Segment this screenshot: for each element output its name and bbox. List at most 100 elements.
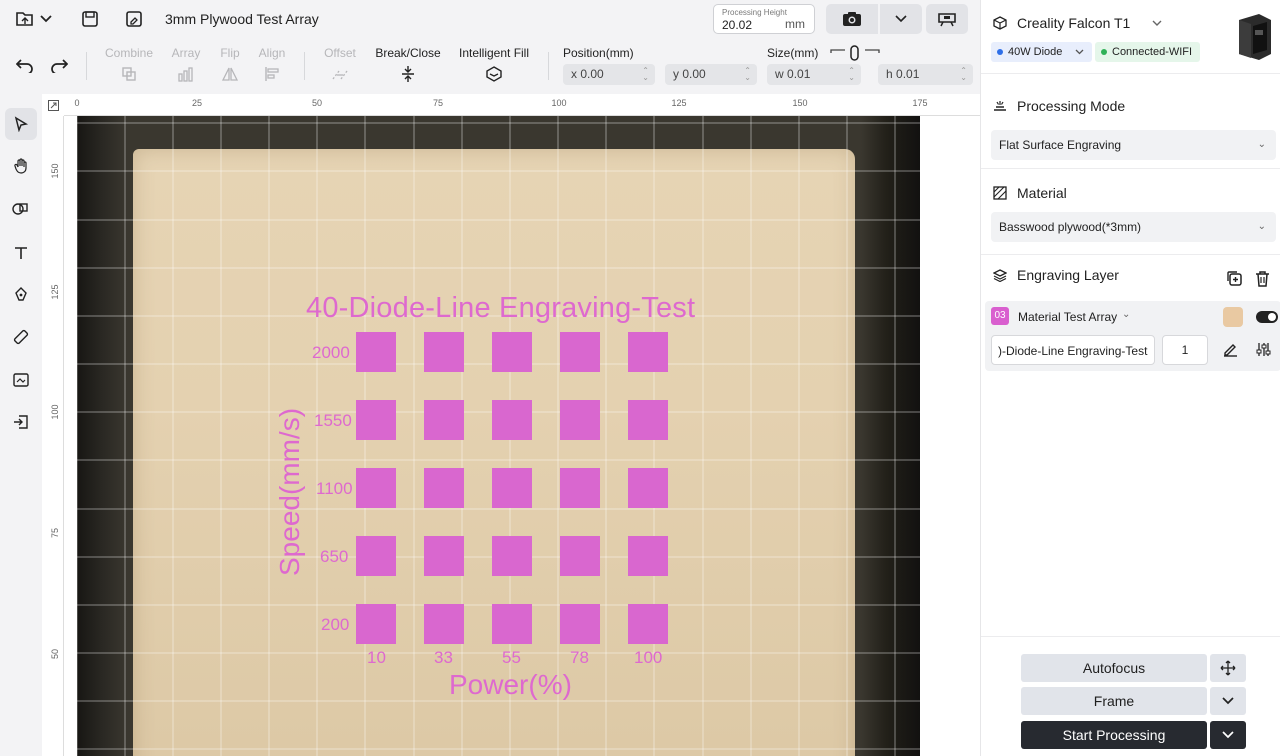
power-label[interactable]: 55 [502, 648, 521, 668]
layer-text-field[interactable]: )-Diode-Line Engraving-Test [991, 335, 1155, 365]
layer-row[interactable]: 03 Material Test Array ⌄ )-Diode-Line En… [985, 301, 1280, 371]
test-square[interactable] [424, 604, 464, 644]
spinner-icon[interactable]: ⌃ ⌄ [960, 67, 967, 82]
device-camera-button[interactable] [926, 4, 968, 34]
array-tool[interactable]: Array [170, 46, 202, 83]
add-layer-icon[interactable] [1227, 271, 1243, 290]
flip-tool[interactable]: Flip [216, 46, 244, 83]
test-square[interactable] [492, 332, 532, 372]
test-square[interactable] [424, 468, 464, 508]
speed-label[interactable]: 2000 [312, 343, 350, 363]
text-tool-icon[interactable] [5, 237, 37, 269]
save-icon[interactable] [77, 6, 103, 32]
test-square[interactable] [492, 400, 532, 440]
test-square[interactable] [424, 400, 464, 440]
processing-height-field[interactable]: Processing Height 20.02 mm [713, 4, 815, 34]
power-label[interactable]: 33 [434, 648, 453, 668]
power-label[interactable]: 10 [367, 648, 386, 668]
processing-mode-select[interactable]: Flat Surface Engraving ⌄ [991, 130, 1276, 160]
image-tool-icon[interactable] [5, 364, 37, 396]
test-square[interactable] [628, 468, 668, 508]
test-square[interactable] [492, 468, 532, 508]
speed-label[interactable]: 650 [320, 547, 348, 567]
test-square[interactable] [356, 468, 396, 508]
test-square[interactable] [628, 536, 668, 576]
combine-tool[interactable]: Combine [105, 46, 153, 83]
spinner-icon[interactable]: ⌃ ⌄ [744, 67, 751, 82]
layer-name[interactable]: Material Test Array [1018, 310, 1117, 324]
start-processing-button[interactable]: Start Processing [1021, 721, 1207, 749]
chevron-down-icon[interactable] [36, 6, 56, 32]
hand-tool-icon[interactable] [5, 150, 37, 182]
power-label[interactable]: 78 [570, 648, 589, 668]
spinner-icon[interactable]: ⌃ ⌄ [848, 67, 855, 82]
ruler-tool-icon[interactable] [5, 321, 37, 353]
test-square[interactable] [560, 332, 600, 372]
test-square[interactable] [356, 536, 396, 576]
w-value[interactable]: 0.01 [787, 67, 810, 81]
undo-icon[interactable] [12, 52, 38, 78]
chevron-down-icon[interactable]: ⌄ [1122, 309, 1130, 320]
test-square[interactable] [560, 536, 600, 576]
position-x-field[interactable]: x 0.00 ⌃ ⌄ [563, 64, 655, 85]
test-square[interactable] [560, 604, 600, 644]
y-value[interactable]: 0.00 [682, 67, 705, 81]
size-h-field[interactable]: h 0.01 ⌃ ⌄ [878, 64, 973, 85]
test-square[interactable] [560, 400, 600, 440]
spinner-icon[interactable]: ⌃ ⌄ [642, 67, 649, 82]
test-square[interactable] [356, 604, 396, 644]
size-w-field[interactable]: w 0.01 ⌃ ⌄ [767, 64, 861, 85]
layer-passes-field[interactable]: 1 [1162, 335, 1208, 365]
start-options-button[interactable] [1210, 721, 1246, 749]
document-title[interactable]: 3mm Plywood Test Array [165, 11, 319, 27]
layer-color-swatch[interactable] [1223, 307, 1243, 327]
test-square[interactable] [628, 332, 668, 372]
position-y-field[interactable]: y 0.00 ⌃ ⌄ [665, 64, 757, 85]
test-square[interactable] [628, 604, 668, 644]
test-square[interactable] [560, 468, 600, 508]
speed-label[interactable]: 1100 [316, 479, 353, 499]
ruler-corner-icon[interactable] [42, 94, 64, 116]
frame-options-button[interactable] [1210, 687, 1246, 715]
edit-layer-icon[interactable] [1223, 342, 1238, 360]
material-select[interactable]: Basswood plywood(*3mm) ⌄ [991, 212, 1276, 242]
redo-icon[interactable] [46, 52, 72, 78]
h-value[interactable]: 0.01 [896, 67, 919, 81]
camera-dropdown-button[interactable] [880, 4, 922, 34]
lock-ratio-icon[interactable] [829, 45, 881, 61]
layer-visibility-toggle[interactable] [1256, 311, 1278, 323]
design-x-axis-title[interactable]: Power(%) [449, 669, 572, 701]
camera-button[interactable] [826, 4, 878, 34]
break-close-tool[interactable]: Break/Close [374, 46, 442, 83]
test-square[interactable] [424, 332, 464, 372]
design-title[interactable]: 40-Diode-Line Engraving-Test [306, 292, 695, 325]
layer-settings-icon[interactable] [1256, 342, 1271, 360]
x-value[interactable]: 0.00 [580, 67, 603, 81]
test-square[interactable] [356, 400, 396, 440]
laser-module-chip[interactable]: 40W Diode [991, 42, 1093, 62]
move-button[interactable] [1210, 654, 1246, 682]
pen-tool-icon[interactable] [5, 279, 37, 311]
align-tool[interactable]: Align [257, 46, 287, 83]
speed-label[interactable]: 1550 [314, 411, 352, 431]
processing-height-value[interactable]: 20.02 [722, 18, 752, 32]
test-square[interactable] [492, 536, 532, 576]
offset-tool[interactable]: Offset [322, 46, 358, 83]
save-as-icon[interactable] [121, 6, 147, 32]
delete-layer-icon[interactable] [1255, 271, 1270, 290]
select-tool-icon[interactable] [5, 108, 37, 140]
intelligent-fill-tool[interactable]: Intelligent Fill [458, 46, 530, 83]
speed-label[interactable]: 200 [321, 615, 349, 635]
autofocus-button[interactable]: Autofocus [1021, 654, 1207, 682]
test-square[interactable] [492, 604, 532, 644]
import-tool-icon[interactable] [5, 406, 37, 438]
engraving-layer-title: Engraving Layer [1017, 267, 1119, 283]
device-selector[interactable]: Creality Falcon T1 [993, 15, 1162, 31]
frame-button[interactable]: Frame [1021, 687, 1207, 715]
shapes-tool-icon[interactable] [5, 193, 37, 225]
test-square[interactable] [356, 332, 396, 372]
test-square[interactable] [628, 400, 668, 440]
test-square[interactable] [424, 536, 464, 576]
power-label[interactable]: 100 [634, 648, 662, 668]
open-file-icon[interactable] [12, 6, 38, 32]
